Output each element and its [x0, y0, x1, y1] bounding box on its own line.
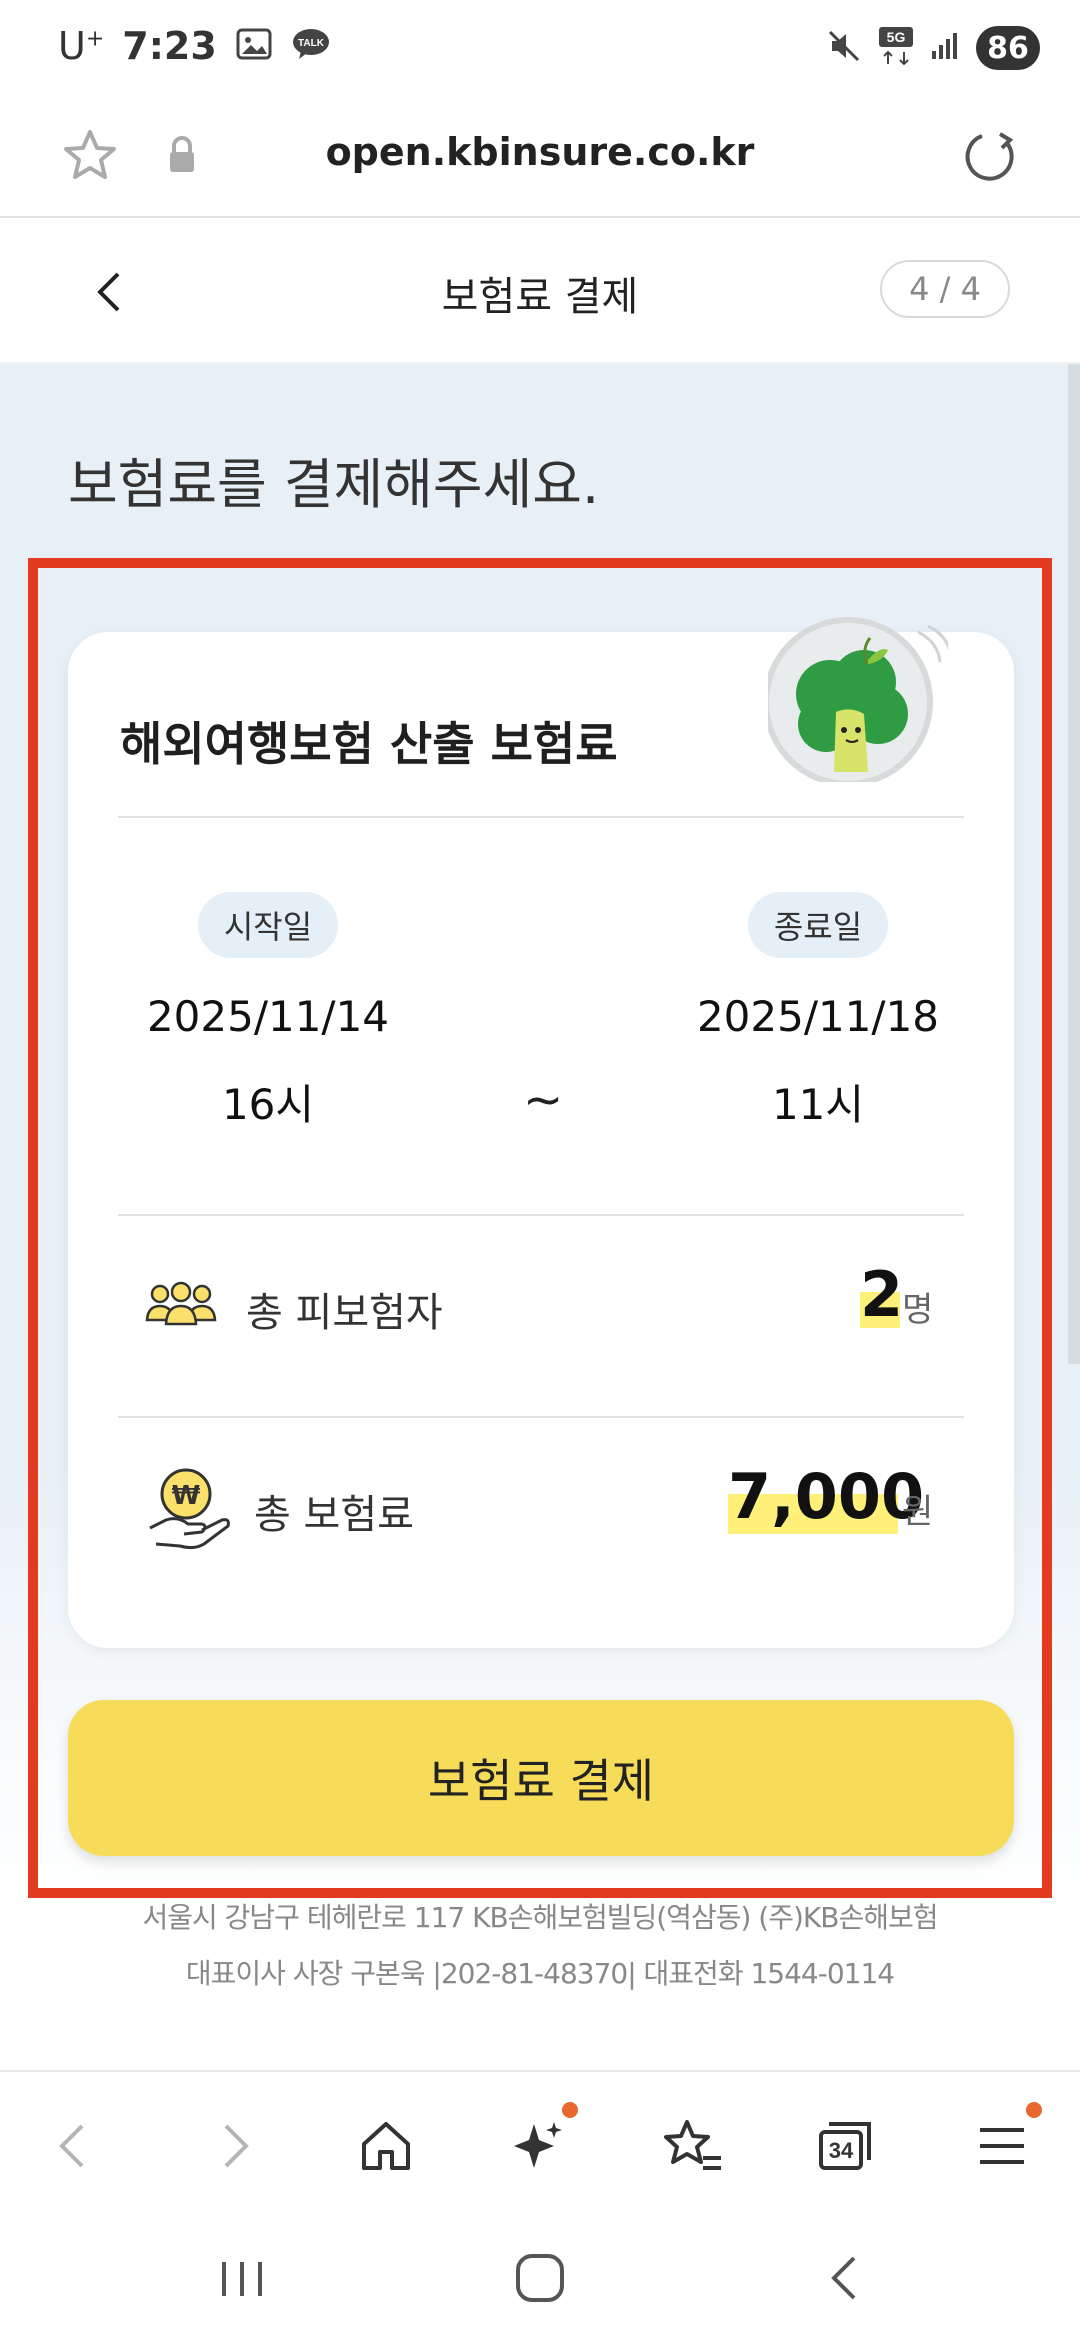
page-header: 보험료 결제 4 / 4 — [0, 218, 1080, 364]
notification-dot — [1026, 2102, 1042, 2118]
people-group-icon — [144, 1280, 218, 1334]
url-text[interactable]: open.kbinsure.co.kr — [0, 130, 1080, 174]
carrier-sup: + — [85, 26, 105, 52]
network-5g-icon: 5G — [878, 26, 914, 70]
coin-hand-icon: ₩ — [144, 1464, 234, 1558]
carrier-text: U — [58, 24, 86, 68]
premium-card: 해외여행보험 산출 보험료 시작일 2025/11/14 16시 ~ 종료일 2… — [68, 617, 1014, 1648]
tabs-button[interactable]: 34 — [808, 2108, 884, 2184]
end-hour-value: 11시 — [771, 1080, 865, 1129]
step-indicator: 4 / 4 — [880, 260, 1010, 318]
home-square-icon — [516, 2254, 564, 2302]
system-nav-bar — [0, 2210, 1080, 2340]
company-footer: 서울시 강남구 테헤란로 117 KB손해보험빌딩(역삼동) (주)KB손해보험… — [0, 1890, 1080, 2002]
svg-text:TALK: TALK — [298, 38, 325, 49]
status-right: 5G 86 — [826, 26, 1040, 70]
insured-count-unit: 명 — [902, 1290, 934, 1330]
divider — [118, 1214, 964, 1216]
browser-url-bar: open.kbinsure.co.kr — [0, 100, 1080, 218]
start-date-label: 시작일 — [197, 892, 339, 958]
status-bar: U+ 7:23 TALK 5G 86 — [0, 0, 1080, 100]
insured-count-label: 총 피보험자 — [246, 1290, 443, 1336]
insured-count-value: 2 — [860, 1258, 904, 1331]
divider — [118, 816, 964, 818]
svg-text:₩: ₩ — [172, 1481, 201, 1511]
mute-icon — [826, 28, 862, 68]
pay-premium-button[interactable]: 보험료 결제 — [68, 1700, 1014, 1856]
start-hour-value: 16시 — [221, 1080, 315, 1129]
network-label: 5G — [887, 29, 906, 45]
browser-bottom-nav: 34 — [0, 2070, 1080, 2210]
start-date-value: 2025/11/14 — [146, 992, 390, 1041]
mascot-image — [763, 602, 952, 787]
status-left: U+ 7:23 TALK — [58, 24, 331, 68]
chevron-left-icon — [59, 2124, 84, 2168]
tabs-count: 34 — [829, 2138, 854, 2163]
total-premium-label: 총 보험료 — [254, 1492, 414, 1538]
nav-forward-button[interactable] — [196, 2108, 272, 2184]
total-premium-unit: 원 — [902, 1492, 934, 1532]
system-back-button[interactable] — [818, 2250, 874, 2310]
main-content: 보험료를 결제해주세요. 해외여행보험 산출 보험료 시작일 2025/11/1… — [0, 364, 1080, 1924]
kakaotalk-notification-icon: TALK — [291, 27, 331, 65]
start-date-group: 시작일 2025/11/14 16시 — [118, 892, 418, 1132]
bookmarks-button[interactable] — [654, 2108, 730, 2184]
status-time: 7:23 — [122, 24, 217, 68]
nav-back-button[interactable] — [36, 2108, 112, 2184]
menu-button[interactable] — [964, 2102, 1042, 2184]
ai-assistant-button[interactable] — [500, 2102, 578, 2184]
footer-address: 서울시 강남구 테헤란로 117 KB손해보험빌딩(역삼동) (주)KB손해보험 — [142, 1901, 938, 1934]
date-range-separator: ~ — [523, 1072, 564, 1128]
battery-indicator: 86 — [976, 26, 1040, 70]
system-home-button[interactable] — [512, 2250, 568, 2310]
home-icon — [362, 2122, 410, 2170]
hamburger-menu-icon — [980, 2128, 1024, 2164]
tabs-icon: 34 — [819, 2122, 871, 2170]
gallery-notification-icon — [235, 27, 273, 65]
recent-apps-icon — [222, 2262, 262, 2296]
sparkle-icon — [514, 2122, 562, 2168]
home-button[interactable] — [348, 2108, 424, 2184]
end-date-value: 2025/11/18 — [696, 992, 940, 1041]
divider — [118, 1416, 964, 1418]
page-headline: 보험료를 결제해주세요. — [68, 453, 600, 516]
end-date-group: 종료일 2025/11/18 11시 — [668, 892, 968, 1132]
chevron-right-icon — [224, 2124, 249, 2168]
card-title: 해외여행보험 산출 보험료 — [120, 717, 618, 771]
signal-icon — [930, 31, 960, 65]
footer-contact: 대표이사 사장 구본욱 |202-81-48370| 대표전화 1544-011… — [185, 1957, 895, 1990]
star-list-icon — [664, 2120, 721, 2170]
back-arrow-icon — [831, 2256, 856, 2300]
notification-dot — [562, 2102, 578, 2118]
reload-icon[interactable] — [960, 126, 1020, 190]
carrier-label: U+ — [58, 24, 104, 68]
scrollbar[interactable] — [1068, 364, 1080, 1364]
recent-apps-button[interactable] — [212, 2254, 272, 2308]
total-premium-value: 7,000 — [728, 1460, 925, 1533]
end-date-label: 종료일 — [747, 892, 889, 958]
